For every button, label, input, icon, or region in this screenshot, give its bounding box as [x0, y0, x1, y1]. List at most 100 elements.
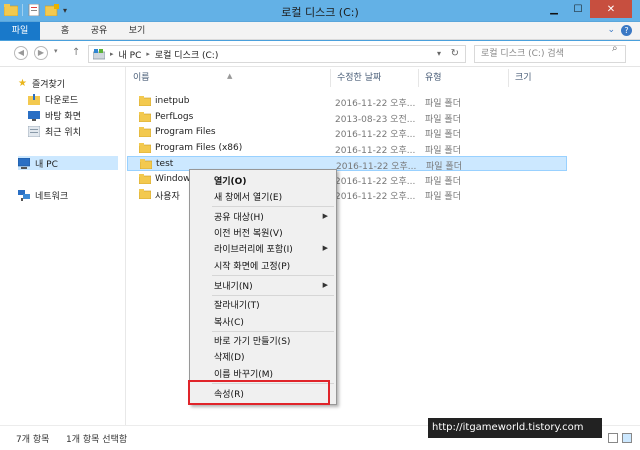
file-name: inetpub — [155, 96, 190, 106]
menu-item-rename[interactable]: 이름 바꾸기(M) — [214, 367, 273, 380]
file-date: 2016-11-22 오후... — [335, 146, 416, 156]
column-label: 이름 — [133, 73, 150, 83]
submenu-arrow-icon: ▶ — [322, 244, 328, 252]
details-view-icon[interactable] — [608, 433, 618, 443]
view-toggle — [608, 433, 632, 443]
file-name: Program Files — [155, 127, 216, 137]
large-icons-view-icon[interactable] — [622, 433, 632, 443]
nav-label: 다운로드 — [45, 95, 79, 106]
tab-view[interactable]: 보기 — [124, 22, 150, 40]
title-bar: ▾ 로컬 디스크 (C:) ▁ ☐ ✕ — [0, 0, 640, 22]
file-type: 파일 폴더 — [425, 146, 461, 156]
search-input[interactable]: 로컬 디스크 (C:) 검색 — [474, 45, 626, 63]
menu-item-create-shortcut[interactable]: 바로 가기 만들기(S) — [214, 334, 290, 347]
file-type: 파일 폴더 — [425, 130, 461, 140]
tab-file[interactable]: 파일 — [0, 22, 40, 40]
nav-label: 바탕 화면 — [45, 111, 81, 122]
table-row[interactable]: Program Files (x86) 2016-11-22 오후... 파일 폴더 — [127, 141, 567, 156]
tab-home[interactable]: 홈 — [52, 22, 78, 40]
nav-favorites[interactable]: ★ 즐겨찾기 — [18, 76, 65, 90]
breadcrumb-local-disk[interactable]: 로컬 디스크 (C:) — [155, 48, 218, 61]
file-type: 파일 폴더 — [425, 99, 461, 109]
column-header-date[interactable]: 수정한 날짜 — [331, 69, 419, 87]
file-date: 2016-11-22 오후... — [336, 162, 417, 172]
recent-places-icon — [28, 125, 40, 137]
sort-ascending-icon: ▲ — [227, 72, 233, 80]
network-icon — [18, 189, 30, 201]
nav-item-my-pc[interactable]: 내 PC — [18, 156, 118, 170]
window-controls: ▁ ☐ ✕ — [542, 0, 632, 18]
menu-separator — [212, 331, 334, 332]
selected-count: 1개 항목 선택함 — [66, 435, 128, 445]
file-date: 2016-11-22 오후... — [335, 99, 416, 109]
column-header-name[interactable]: 이름 ▲ — [127, 69, 331, 87]
table-row[interactable]: PerfLogs 2013-08-23 오전... 파일 폴더 — [127, 110, 567, 125]
refresh-icon[interactable]: ↻ — [451, 48, 459, 59]
folder-icon — [139, 189, 151, 199]
item-count: 7개 항목 — [16, 435, 50, 445]
close-button[interactable]: ✕ — [590, 0, 632, 18]
file-type: 파일 폴더 — [425, 115, 461, 125]
nav-item-network[interactable]: 네트워크 — [18, 188, 68, 202]
ribbon-tabs: 파일 홈 공유 보기 ⌄ ? — [0, 22, 640, 40]
minimize-button[interactable]: ▁ — [542, 0, 566, 18]
star-icon: ★ — [18, 77, 27, 89]
context-menu: 열기(O) 새 창에서 열기(E) 공유 대상(H) ▶ 이전 버전 복원(V)… — [189, 169, 337, 405]
folder-icon — [139, 112, 151, 122]
file-date: 2016-11-22 오후... — [335, 130, 416, 140]
table-row[interactable]: Program Files 2016-11-22 오후... 파일 폴더 — [127, 125, 567, 140]
nav-item-recent[interactable]: 최근 위치 — [28, 124, 81, 138]
computer-icon — [18, 157, 30, 169]
help-icon[interactable]: ? — [621, 25, 632, 36]
breadcrumb-my-pc[interactable]: 내 PC — [119, 48, 142, 61]
address-dropdown-icon[interactable]: ▾ — [437, 49, 441, 58]
menu-item-copy[interactable]: 복사(C) — [214, 315, 244, 328]
download-folder-icon — [28, 93, 40, 105]
up-arrow-icon[interactable]: ↑ — [72, 47, 80, 58]
navigation-pane: ★ 즐겨찾기 다운로드 바탕 화면 최근 위치 내 PC 네트워크 — [0, 67, 126, 425]
nav-item-desktop[interactable]: 바탕 화면 — [28, 108, 81, 122]
menu-separator — [212, 275, 334, 276]
menu-item-open[interactable]: 열기(O) — [214, 174, 246, 187]
address-bar[interactable]: ▸ 내 PC ▸ 로컬 디스크 (C:) ▾ ↻ — [88, 45, 466, 63]
menu-item-send-to[interactable]: 보내기(N) — [214, 279, 253, 292]
menu-item-cut[interactable]: 잘라내기(T) — [214, 298, 260, 311]
tab-share[interactable]: 공유 — [86, 22, 112, 40]
drive-icon — [93, 48, 105, 59]
menu-item-delete[interactable]: 삭제(D) — [214, 350, 245, 363]
ribbon-right-controls: ⌄ ? — [607, 25, 632, 36]
menu-item-open-new-window[interactable]: 새 창에서 열기(E) — [214, 190, 282, 203]
forward-button[interactable]: ▶ — [34, 46, 48, 60]
folder-icon — [140, 159, 152, 169]
ribbon-expand-icon[interactable]: ⌄ — [607, 25, 615, 36]
file-name: Program Files (x86) — [155, 143, 243, 153]
file-date: 2016-11-22 오후... — [335, 177, 416, 187]
menu-item-restore-versions[interactable]: 이전 버전 복원(V) — [214, 226, 283, 239]
file-type: 파일 폴더 — [425, 192, 461, 202]
recent-locations-icon[interactable]: ▾ — [54, 47, 58, 55]
properties-highlight-box — [188, 380, 330, 405]
folder-icon — [139, 143, 151, 153]
folder-icon — [139, 174, 151, 184]
nav-label: 즐겨찾기 — [31, 79, 66, 90]
file-type: 파일 폴더 — [425, 177, 461, 187]
submenu-arrow-icon: ▶ — [322, 212, 328, 220]
nav-item-downloads[interactable]: 다운로드 — [28, 92, 78, 106]
menu-item-include-library[interactable]: 라이브러리에 포함(I) — [214, 242, 293, 255]
menu-item-pin-start[interactable]: 시작 화면에 고정(P) — [214, 259, 290, 272]
file-date: 2016-11-22 오후... — [335, 192, 416, 202]
folder-icon — [139, 96, 151, 106]
column-header-type[interactable]: 유형 — [419, 69, 509, 87]
table-row[interactable]: inetpub 2016-11-22 오후... 파일 폴더 — [127, 94, 567, 109]
menu-item-share[interactable]: 공유 대상(H) — [214, 210, 264, 223]
maximize-button[interactable]: ☐ — [566, 0, 590, 18]
column-header-size[interactable]: 크기 — [509, 69, 571, 87]
file-name: test — [156, 159, 174, 169]
nav-label: 내 PC — [35, 159, 58, 170]
desktop-icon — [28, 110, 40, 121]
nav-label: 최근 위치 — [45, 127, 81, 138]
breadcrumb-separator: ▸ — [110, 50, 114, 58]
search-icon[interactable]: ⌕ — [612, 43, 635, 54]
menu-separator — [212, 295, 334, 296]
back-button[interactable]: ◀ — [14, 46, 28, 60]
